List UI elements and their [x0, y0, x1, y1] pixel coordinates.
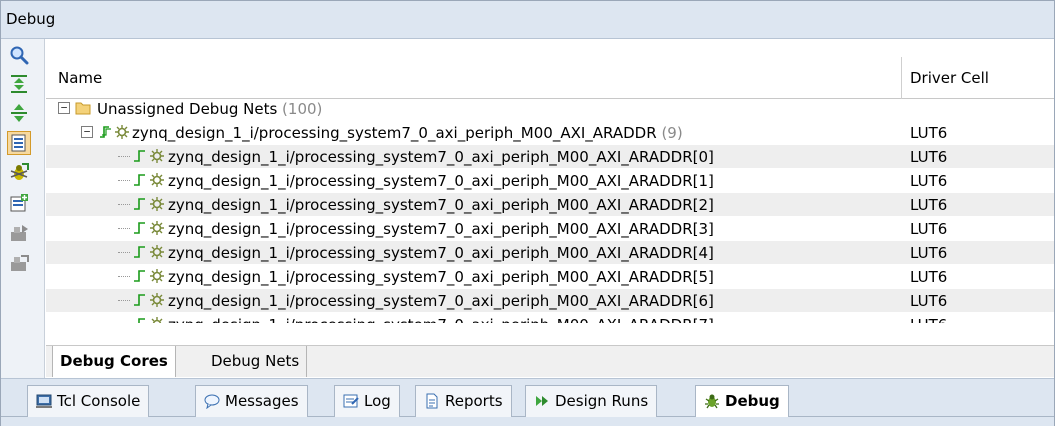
- column-divider[interactable]: [901, 57, 902, 99]
- bottom-tab-bar: Tcl Console Messages Log Reports Design …: [1, 378, 1054, 426]
- driver-cell: LUT6: [910, 124, 948, 142]
- net-icon: [132, 244, 149, 260]
- driver-cell: LUT6: [910, 268, 948, 286]
- run-setup-debug-icon[interactable]: [7, 161, 31, 185]
- root-count: (100): [282, 100, 323, 118]
- tree-connector: [118, 156, 130, 157]
- debug-marker-icon: [114, 124, 131, 140]
- tab-debug-cores[interactable]: Debug Cores: [52, 346, 176, 377]
- net-label: zynq_design_1_i/processing_system7_0_axi…: [168, 268, 714, 286]
- implement-icon[interactable]: [7, 221, 31, 245]
- tree-row-net[interactable]: zynq_design_1_i/processing_system7_0_axi…: [46, 289, 1054, 312]
- driver-cell: LUT6: [910, 220, 948, 238]
- design-runs-icon: [536, 396, 548, 406]
- tab-tcl-console[interactable]: Tcl Console: [27, 385, 150, 417]
- tree-connector: [118, 300, 130, 301]
- tab-design-runs-label: Design Runs: [555, 392, 649, 410]
- tree-row-net[interactable]: zynq_design_1_i/processing_system7_0_axi…: [46, 193, 1054, 216]
- tree-connector: [118, 252, 130, 253]
- panel-title: Debug: [6, 10, 56, 28]
- debug-nets-table: Name Driver Cell − Unassigned Debug Nets…: [46, 39, 1054, 345]
- debug-marker-icon: [149, 220, 166, 236]
- driver-cell: LUT6: [910, 316, 947, 323]
- tree-row-net[interactable]: zynq_design_1_i/processing_system7_0_axi…: [46, 241, 1054, 264]
- driver-cell: LUT6: [910, 172, 948, 190]
- net-icon: [132, 220, 149, 236]
- debug-marker-icon: [149, 244, 166, 260]
- tab-debug-label: Debug: [725, 392, 780, 410]
- driver-cell: LUT6: [910, 148, 948, 166]
- column-header-name[interactable]: Name: [58, 69, 102, 87]
- tree-row-net[interactable]: zynq_design_1_i/processing_system7_0_axi…: [46, 313, 1054, 323]
- console-icon: [36, 394, 52, 408]
- tab-log[interactable]: Log: [334, 385, 400, 417]
- tree-row-net[interactable]: zynq_design_1_i/processing_system7_0_axi…: [46, 217, 1054, 240]
- table-header: Name Driver Cell: [46, 57, 1054, 99]
- bitstream-icon[interactable]: [7, 251, 31, 275]
- tree-row-net[interactable]: zynq_design_1_i/processing_system7_0_axi…: [46, 169, 1054, 192]
- add-probes-icon[interactable]: [7, 191, 31, 215]
- tab-log-label: Log: [364, 392, 391, 410]
- bus-net-icon: [98, 124, 115, 140]
- report-icon: [426, 393, 438, 409]
- net-label: zynq_design_1_i/processing_system7_0_axi…: [168, 244, 714, 262]
- driver-cell: LUT6: [910, 244, 948, 262]
- driver-cell: LUT6: [910, 196, 948, 214]
- tree-connector: [118, 276, 130, 277]
- folder-icon: [75, 100, 92, 116]
- debug-toolbar: [1, 39, 45, 379]
- collapse-icon[interactable]: −: [58, 102, 70, 114]
- search-icon[interactable]: [7, 43, 31, 67]
- bus-count: (9): [661, 124, 683, 142]
- debug-marker-icon: [149, 172, 166, 188]
- expand-all-icon[interactable]: [7, 101, 31, 125]
- net-label: zynq_design_1_i/processing_system7_0_axi…: [168, 172, 714, 190]
- tree-row-bus[interactable]: − zynq_design_1_i/processing_system7_0_a…: [46, 121, 1054, 144]
- tab-debug-nets[interactable]: Debug Nets: [204, 346, 308, 377]
- tree-row-net[interactable]: zynq_design_1_i/processing_system7_0_axi…: [46, 265, 1054, 288]
- debug-marker-icon: [149, 148, 166, 164]
- net-icon: [132, 292, 149, 308]
- debug-marker-icon: [149, 196, 166, 212]
- debug-marker-icon: [149, 316, 166, 323]
- tree-row-net[interactable]: zynq_design_1_i/processing_system7_0_axi…: [46, 145, 1054, 168]
- debug-window: Debug Name Driver Cell − Unassigned Debu…: [0, 0, 1055, 426]
- collapse-icon[interactable]: −: [81, 126, 93, 138]
- tree-connector: [118, 228, 130, 229]
- tree-connector: [118, 180, 130, 181]
- tab-design-runs[interactable]: Design Runs: [525, 385, 658, 417]
- bus-label: zynq_design_1_i/processing_system7_0_axi…: [132, 124, 657, 142]
- tree-row-root[interactable]: − Unassigned Debug Nets (100): [46, 97, 1054, 120]
- net-label: zynq_design_1_i/processing_system7_0_axi…: [168, 316, 714, 323]
- net-icon: [132, 196, 149, 212]
- tab-reports-label: Reports: [445, 392, 503, 410]
- net-label: zynq_design_1_i/processing_system7_0_axi…: [168, 196, 714, 214]
- debug-marker-icon: [149, 292, 166, 308]
- debug-subtabs: Debug Cores Debug Nets: [46, 345, 1054, 377]
- group-icon[interactable]: [7, 131, 31, 155]
- log-icon: [343, 394, 359, 408]
- message-icon: [204, 394, 220, 409]
- driver-cell: LUT6: [910, 292, 948, 310]
- tab-tcl-console-label: Tcl Console: [57, 392, 141, 410]
- net-icon: [132, 268, 149, 284]
- net-icon: [132, 148, 149, 164]
- tab-messages[interactable]: Messages: [195, 385, 308, 417]
- net-icon: [132, 316, 149, 323]
- panel-title-bar[interactable]: Debug: [1, 1, 1054, 39]
- root-label: Unassigned Debug Nets: [97, 100, 278, 118]
- tab-debug[interactable]: Debug: [695, 385, 789, 417]
- debug-bug-icon: [705, 394, 719, 409]
- collapse-all-icon[interactable]: [7, 72, 31, 96]
- tab-reports[interactable]: Reports: [415, 385, 512, 417]
- debug-marker-icon: [149, 268, 166, 284]
- net-label: zynq_design_1_i/processing_system7_0_axi…: [168, 292, 714, 310]
- net-label: zynq_design_1_i/processing_system7_0_axi…: [168, 148, 714, 166]
- net-icon: [132, 172, 149, 188]
- column-header-driver-cell[interactable]: Driver Cell: [910, 69, 989, 87]
- tab-messages-label: Messages: [225, 392, 299, 410]
- net-label: zynq_design_1_i/processing_system7_0_axi…: [168, 220, 714, 238]
- tree-connector: [118, 204, 130, 205]
